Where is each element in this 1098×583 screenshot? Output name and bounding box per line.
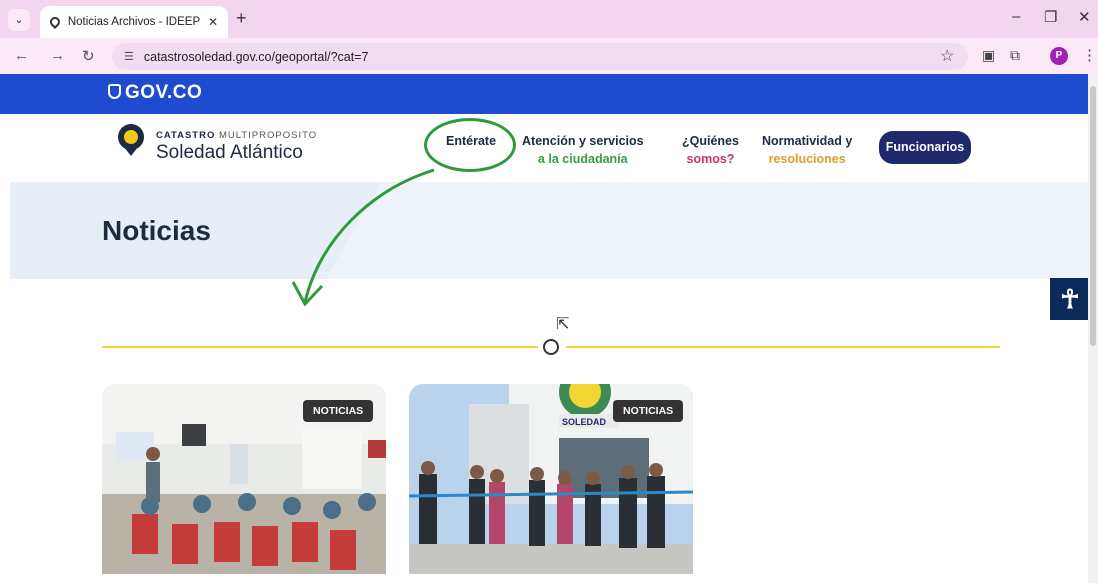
news-card[interactable]: NOTICIAS	[102, 384, 386, 574]
divider-left	[102, 346, 538, 348]
category-badge[interactable]: NOTICIAS	[303, 400, 374, 422]
category-badge[interactable]: NOTICIAS	[613, 400, 684, 422]
divider-circle-icon	[543, 339, 559, 355]
mouse-cursor-icon: ⇱	[556, 316, 570, 333]
svg-text:SOLEDAD: SOLEDAD	[562, 417, 607, 427]
accessibility-icon[interactable]: ☥	[1050, 278, 1090, 320]
news-card[interactable]: SOLEDAD NOTICIAS	[409, 384, 693, 574]
page-scrollbar[interactable]	[1088, 74, 1098, 583]
divider-right	[566, 346, 1000, 348]
